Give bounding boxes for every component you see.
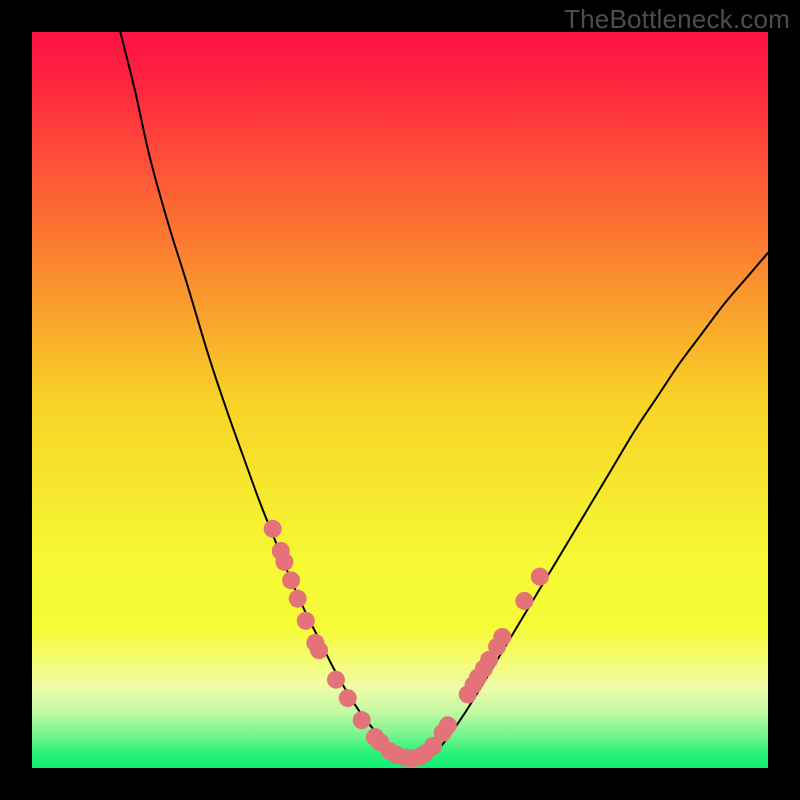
data-marker <box>339 689 357 707</box>
data-marker <box>493 628 511 646</box>
data-marker <box>515 592 533 610</box>
data-marker <box>297 612 315 630</box>
data-marker <box>275 553 293 571</box>
watermark-text: TheBottleneck.com <box>564 4 790 35</box>
data-marker <box>327 671 345 689</box>
data-marker <box>531 568 549 586</box>
data-marker <box>289 590 307 608</box>
data-marker <box>439 716 457 734</box>
data-marker <box>310 641 328 659</box>
gradient-background <box>32 32 768 768</box>
bottleneck-chart <box>32 32 768 768</box>
data-marker <box>282 571 300 589</box>
chart-frame: TheBottleneck.com <box>0 0 800 800</box>
data-marker <box>264 520 282 538</box>
data-marker <box>353 711 371 729</box>
